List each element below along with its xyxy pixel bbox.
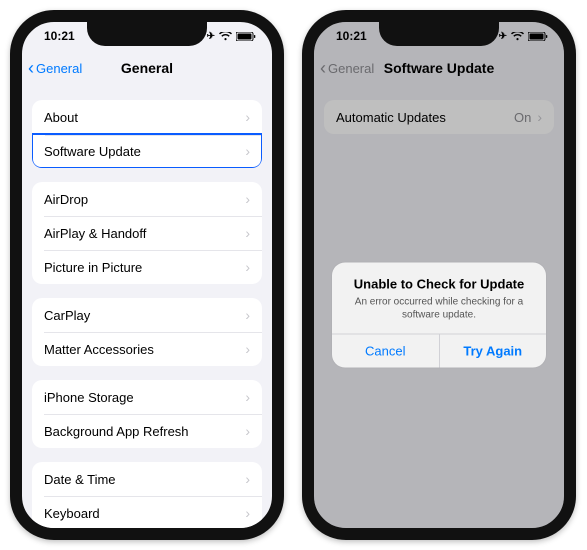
row-value: On [514,110,531,125]
wifi-icon [219,32,232,41]
page-title: Software Update [384,60,494,76]
row-label: Automatic Updates [336,110,446,125]
chevron-right-icon: › [245,143,250,159]
row-label: Picture in Picture [44,260,142,275]
chevron-right-icon: › [245,505,250,521]
status-bar: 10:21 ✈ [22,22,272,50]
chevron-right-icon: › [245,191,250,207]
alert-cancel-button[interactable]: Cancel [332,335,439,368]
row-label: CarPlay [44,308,90,323]
row-label: iPhone Storage [44,390,134,405]
row-label: Background App Refresh [44,424,189,439]
nav-bar: ‹ General General [22,50,272,86]
group-airdrop: AirDrop › AirPlay & Handoff › Picture in P… [32,182,262,284]
status-icons: ✈ [499,31,548,42]
row-label: Keyboard [44,506,100,521]
chevron-right-icon: › [245,341,250,357]
nav-bar: ‹ General Software Update [314,50,564,86]
group-datetime: Date & Time› Keyboard› Fonts› Language &… [32,462,262,528]
group-auto-updates: Automatic Updates On › [324,100,554,134]
alert-try-again-button[interactable]: Try Again [439,335,547,368]
row-airplay-handoff[interactable]: AirPlay & Handoff › [32,216,262,250]
group-storage: iPhone Storage › Background App Refresh › [32,380,262,448]
chevron-left-icon: ‹ [320,58,326,79]
chevron-right-icon: › [245,225,250,241]
back-button[interactable]: ‹ General [28,50,82,86]
wifi-icon [511,32,524,41]
battery-icon [528,32,548,41]
row-matter[interactable]: Matter Accessories › [32,332,262,366]
airplane-icon: ✈ [207,31,215,42]
back-label: General [36,61,82,76]
row-about[interactable]: About › [32,100,262,134]
phone-right: 10:21 ✈ ‹ General Software Update Automa… [302,10,576,540]
status-bar: 10:21 ✈ [314,22,564,50]
row-bg-refresh[interactable]: Background App Refresh › [32,414,262,448]
clock: 10:21 [336,29,367,43]
row-label: Date & Time [44,472,116,487]
chevron-right-icon: › [537,109,542,125]
row-keyboard[interactable]: Keyboard › [32,496,262,528]
row-iphone-storage[interactable]: iPhone Storage › [32,380,262,414]
row-carplay[interactable]: CarPlay › [32,298,262,332]
page-title: General [121,60,173,76]
alert-body: An error occurred while checking for a s… [344,296,534,322]
phone-left: 10:21 ✈ ‹ General General About › Softwa… [10,10,284,540]
row-software-update[interactable]: Software Update › [32,133,262,168]
airplane-icon: ✈ [499,31,507,42]
clock: 10:21 [44,29,75,43]
chevron-right-icon: › [245,471,250,487]
row-date-time[interactable]: Date & Time › [32,462,262,496]
alert-title: Unable to Check for Update [344,277,534,292]
group-about: About › Software Update › [32,100,262,168]
row-automatic-updates[interactable]: Automatic Updates On › [324,100,554,134]
status-icons: ✈ [207,31,256,42]
row-label: AirPlay & Handoff [44,226,146,241]
settings-list[interactable]: About › Software Update › AirDrop › AirPl… [22,86,272,528]
chevron-right-icon: › [245,109,250,125]
row-label: AirDrop [44,192,88,207]
battery-icon [236,32,256,41]
chevron-right-icon: › [245,389,250,405]
chevron-right-icon: › [245,259,250,275]
group-carplay: CarPlay › Matter Accessories › [32,298,262,366]
back-label: General [328,61,374,76]
row-airdrop[interactable]: AirDrop › [32,182,262,216]
back-button[interactable]: ‹ General [320,50,374,86]
row-label: Software Update [44,144,141,159]
row-label: Matter Accessories [44,342,154,357]
alert-dialog: Unable to Check for Update An error occu… [332,263,546,368]
chevron-left-icon: ‹ [28,58,34,79]
row-label: About [44,110,78,125]
chevron-right-icon: › [245,307,250,323]
chevron-right-icon: › [245,423,250,439]
row-pip[interactable]: Picture in Picture › [32,250,262,284]
